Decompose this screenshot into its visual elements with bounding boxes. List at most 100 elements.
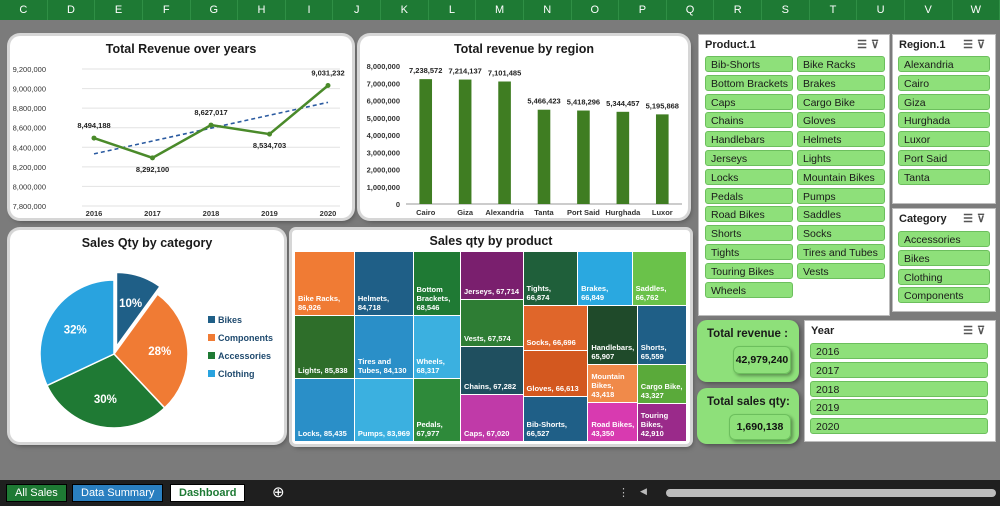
column-header[interactable]: I xyxy=(286,0,334,20)
slicer-item[interactable]: Accessories xyxy=(898,231,990,247)
slicer-item[interactable]: Cargo Bike xyxy=(797,93,885,110)
slicer-item[interactable]: Bikes xyxy=(898,249,990,266)
treemap-tile[interactable]: Locks, 85,435 xyxy=(295,379,354,441)
slicer-item[interactable]: Bottom Brackets xyxy=(705,74,793,91)
slicer-item[interactable]: Socks xyxy=(797,225,885,242)
slicer-item[interactable]: Port Said xyxy=(898,150,990,166)
year-slicer[interactable]: Year ☰⊽ 2016 2017 2018 2019 2020 xyxy=(804,320,996,442)
revenue-by-region-chart[interactable]: Total revenue by region 8,000,000 7,000,0… xyxy=(360,36,688,218)
column-header[interactable]: V xyxy=(905,0,953,20)
treemap-tile[interactable]: Shorts, 65,559 xyxy=(637,306,686,364)
multi-select-icon[interactable]: ☰⊽ xyxy=(963,212,989,225)
slicer-item[interactable]: Touring Bikes xyxy=(705,262,793,279)
slicer-item[interactable]: Lights xyxy=(797,150,885,166)
column-header[interactable]: O xyxy=(572,0,620,20)
qty-by-product-chart[interactable]: Sales qty by product Bike Racks, 86,926 L… xyxy=(292,230,690,444)
slicer-item[interactable]: 2018 xyxy=(810,380,988,397)
treemap-tile[interactable]: Bike Racks, 86,926 xyxy=(295,252,354,315)
treemap-tile[interactable]: Chains, 67,282 xyxy=(461,347,523,394)
slicer-item[interactable]: Alexandria xyxy=(898,56,990,72)
column-header[interactable]: H xyxy=(238,0,286,20)
slicer-item[interactable]: 2016 xyxy=(810,343,988,359)
slicer-item[interactable]: Giza xyxy=(898,93,990,110)
slicer-item[interactable]: Pedals xyxy=(705,187,793,204)
slicer-item[interactable]: Mountain Bikes xyxy=(797,168,885,185)
horizontal-scrollbar[interactable] xyxy=(666,489,996,497)
treemap-tile[interactable]: Lights, 85,838 xyxy=(295,315,354,379)
slicer-item[interactable]: Luxor xyxy=(898,131,990,148)
slicer-item[interactable]: Shorts xyxy=(705,225,793,242)
treemap-tile[interactable]: Bib-Shorts, 66,527 xyxy=(523,396,588,441)
treemap-tile[interactable]: Touring Bikes, 42,910 xyxy=(637,403,686,441)
column-header[interactable]: R xyxy=(714,0,762,20)
treemap-tile[interactable]: Pedals, 67,977 xyxy=(413,378,460,441)
treemap-tile[interactable]: Tights, 66,874 xyxy=(523,252,578,306)
slicer-item[interactable]: Tanta xyxy=(898,168,990,185)
slicer-item[interactable]: Road Bikes xyxy=(705,206,793,223)
column-header[interactable]: F xyxy=(143,0,191,20)
slicer-item[interactable]: Tires and Tubes xyxy=(797,244,885,260)
treemap-tile[interactable]: Gloves, 66,613 xyxy=(523,351,588,396)
column-header[interactable]: G xyxy=(191,0,239,20)
treemap-tile[interactable]: Bottom Brackets, 68,546 xyxy=(413,252,460,315)
column-header[interactable]: T xyxy=(810,0,858,20)
multi-select-icon[interactable]: ☰⊽ xyxy=(857,38,883,51)
slicer-item[interactable]: Components xyxy=(898,287,990,304)
sheet-tab-dashboard[interactable]: Dashboard xyxy=(170,484,246,502)
bar[interactable] xyxy=(577,110,590,204)
treemap-tile[interactable]: Cargo Bike, 43,327 xyxy=(637,364,686,403)
slicer-item[interactable]: Chains xyxy=(705,112,793,129)
bar[interactable] xyxy=(537,109,551,204)
slicer-item[interactable]: Vests xyxy=(797,262,885,279)
slicer-item[interactable]: Locks xyxy=(705,168,793,185)
treemap-tile[interactable]: Helmets, 84,718 xyxy=(354,252,413,315)
slicer-item[interactable]: Hurghada xyxy=(898,112,990,129)
treemap-tile[interactable]: Wheels, 68,317 xyxy=(413,315,460,378)
treemap-tile[interactable]: Vests, 67,574 xyxy=(461,299,523,347)
treemap-tile[interactable]: Road Bikes, 43,350 xyxy=(588,403,637,441)
treemap-tile[interactable]: Pumps, 83,969 xyxy=(354,378,413,441)
column-header[interactable]: S xyxy=(762,0,810,20)
treemap-tile[interactable]: Socks, 66,696 xyxy=(523,306,588,351)
slicer-item[interactable]: Handlebars xyxy=(705,131,793,148)
column-header[interactable]: Q xyxy=(667,0,715,20)
slicer-item[interactable]: 2020 xyxy=(810,418,988,435)
slicer-item[interactable]: Saddles xyxy=(797,206,885,223)
column-header[interactable]: C xyxy=(0,0,48,20)
treemap-tile[interactable]: Brakes, 66,849 xyxy=(578,252,632,306)
slicer-item[interactable]: Caps xyxy=(705,93,793,110)
bar[interactable] xyxy=(655,114,669,204)
treemap-tile[interactable]: Jerseys, 67,714 xyxy=(461,252,523,299)
slicer-item[interactable]: Wheels xyxy=(705,281,793,298)
slicer-item[interactable]: Bike Racks xyxy=(797,56,885,72)
treemap-tile[interactable]: Caps, 67,020 xyxy=(461,394,523,441)
treemap-tile[interactable]: Tires and Tubes, 84,130 xyxy=(354,315,413,378)
sheet-tab-all-sales[interactable]: All Sales xyxy=(6,484,67,502)
slicer-item[interactable]: 2017 xyxy=(810,361,988,378)
multi-select-icon[interactable]: ☰⊽ xyxy=(963,324,989,337)
sheet-tab-data-summary[interactable]: Data Summary xyxy=(72,484,164,502)
add-sheet-icon[interactable]: ⊕ xyxy=(272,483,285,501)
slicer-item[interactable]: Brakes xyxy=(797,74,885,91)
region-slicer[interactable]: Region.1 ☰⊽ Alexandria Cairo Giza Hurghada L… xyxy=(892,34,996,204)
multi-select-icon[interactable]: ☰⊽ xyxy=(963,38,989,51)
scroll-left-icon[interactable]: ◀ xyxy=(640,486,647,497)
slicer-item[interactable]: Jerseys xyxy=(705,150,793,166)
column-header[interactable]: D xyxy=(48,0,96,20)
column-header[interactable]: U xyxy=(857,0,905,20)
product-slicer[interactable]: Product.1 ☰⊽ Bib-Shorts Bike Racks Bottom … xyxy=(698,34,890,316)
column-header[interactable]: L xyxy=(429,0,477,20)
slicer-item[interactable]: Cairo xyxy=(898,74,990,91)
bar[interactable] xyxy=(458,79,472,204)
slicer-item[interactable]: Tights xyxy=(705,244,793,260)
slicer-item[interactable]: Clothing xyxy=(898,268,990,285)
revenue-over-years-chart[interactable]: Total Revenue over years 9,200,000 9,000,… xyxy=(10,36,352,218)
bar[interactable] xyxy=(419,79,433,204)
column-header[interactable]: N xyxy=(524,0,572,20)
bar[interactable] xyxy=(616,111,630,204)
treemap-tile[interactable]: Handlebars, 65,907 xyxy=(588,306,637,364)
column-header[interactable]: J xyxy=(333,0,381,20)
qty-by-category-chart[interactable]: Sales Qty by category 10% 28% 30% 32% Bikes C… xyxy=(10,230,284,442)
column-header[interactable]: P xyxy=(619,0,667,20)
treemap-tile[interactable]: Mountain Bikes, 43,418 xyxy=(588,364,637,403)
